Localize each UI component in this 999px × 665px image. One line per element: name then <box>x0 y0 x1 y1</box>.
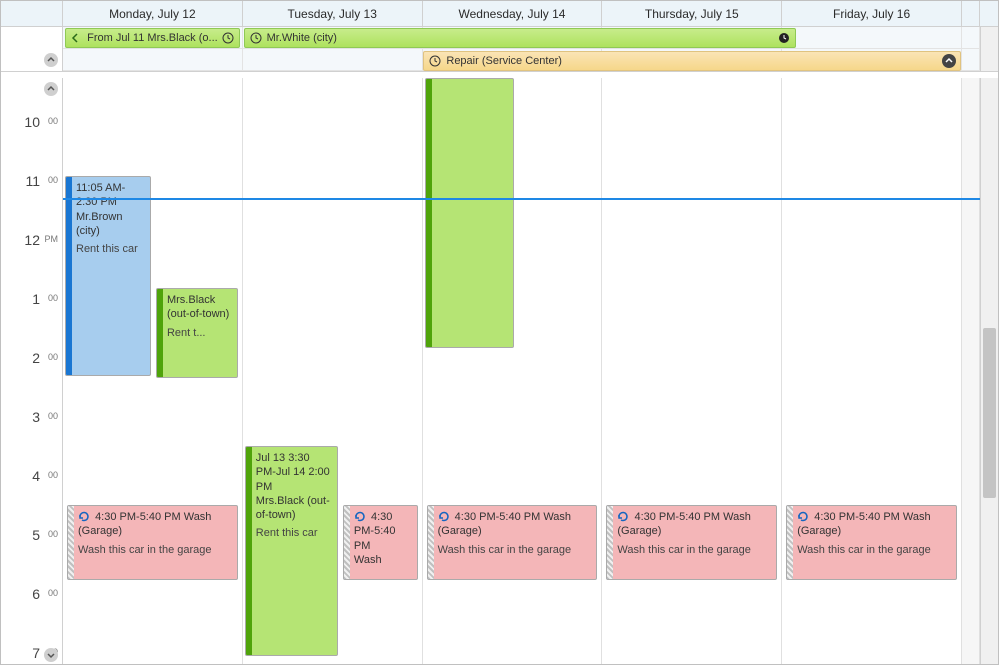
day-col-thu[interactable]: 4:30 PM-5:40 PM Wash (Garage) Wash this … <box>602 78 782 664</box>
day-header-sat-sliver[interactable] <box>962 1 980 26</box>
appointment-wash-tue[interactable]: 4:30 PM-5:40 PM Wash <box>343 505 418 580</box>
hour-suffix: PM <box>45 234 59 244</box>
day-header-fri[interactable]: Friday, July 16 <box>782 1 962 26</box>
recurrence-icon <box>942 54 956 68</box>
appointment-time: 4:30 PM-5:40 PM <box>814 511 900 523</box>
hour-suffix: 00 <box>48 175 58 185</box>
hour-label: 5 <box>32 527 40 543</box>
time-gutter-header <box>1 1 63 26</box>
scrollbar-header-spacer <box>980 1 998 26</box>
day-header-tue[interactable]: Tuesday, July 13 <box>243 1 423 26</box>
appointment-time: 4:30 PM-5:40 PM <box>634 511 720 523</box>
appointment-who: Wash <box>354 553 411 567</box>
day-header-mon[interactable]: Monday, July 12 <box>63 1 243 26</box>
hour-suffix: 00 <box>48 470 58 480</box>
allday-collapse-up-icon[interactable] <box>44 53 58 67</box>
hour-suffix: 00 <box>48 529 58 539</box>
day-columns[interactable]: 11:05 AM-2:30 PM Mr.Brown (city) Rent th… <box>63 78 980 664</box>
appointment-black-tue[interactable]: Jul 13 3:30 PM-Jul 14 2:00 PM Mrs.Black … <box>245 446 338 656</box>
appointment-desc: Wash this car in the garage <box>797 543 950 557</box>
appointment-desc: Wash this car in the garage <box>78 543 231 557</box>
recurrence-icon <box>797 511 809 523</box>
appointment-wash-wed[interactable]: 4:30 PM-5:40 PM Wash (Garage) Wash this … <box>427 505 598 580</box>
hour-suffix: 00 <box>48 411 58 421</box>
hour-label: 2 <box>32 350 40 366</box>
hour-suffix: 00 <box>48 588 58 598</box>
hour-suffix: 00 <box>48 116 58 126</box>
appointment-time: 4:30 PM-5:40 PM <box>455 511 541 523</box>
clock-icon <box>249 31 263 45</box>
day-col-fri[interactable]: 4:30 PM-5:40 PM Wash (Garage) Wash this … <box>782 78 962 664</box>
appointment-brown[interactable]: 11:05 AM-2:30 PM Mr.Brown (city) Rent th… <box>65 176 151 376</box>
allday-event-mr-white-label: Mr.White (city) <box>267 28 337 48</box>
hour-label: 6 <box>32 586 40 602</box>
day-col-sat-sliver[interactable] <box>962 78 980 664</box>
appointment-who: Mrs.Black (out-of-town) <box>167 293 231 322</box>
allday-event-mrs-black[interactable]: From Jul 11 Mrs.Black (o... <box>65 28 240 48</box>
next-appointment-icon[interactable] <box>44 648 58 662</box>
appointment-black-wed-continuation[interactable] <box>425 78 514 348</box>
appointment-desc: Wash this car in the garage <box>438 543 591 557</box>
allday-event-mrs-black-label: From Jul 11 Mrs.Black (o... <box>87 28 218 48</box>
appointment-time: Jul 13 3:30 PM-Jul 14 2:00 PM <box>256 451 331 494</box>
hour-label: 12 <box>24 232 40 248</box>
prev-appointment-icon[interactable] <box>44 82 58 96</box>
recurrence-icon <box>354 511 366 523</box>
hour-suffix: 00 <box>48 293 58 303</box>
hour-label: 11 <box>25 173 40 189</box>
continues-left-arrow-icon <box>70 31 83 45</box>
allday-event-repair-label: Repair (Service Center) <box>446 51 562 71</box>
appointment-black-mon[interactable]: Mrs.Black (out-of-town) Rent t... <box>156 288 238 378</box>
appointment-wash-thu[interactable]: 4:30 PM-5:40 PM Wash (Garage) Wash this … <box>606 505 777 580</box>
allday-event-mr-white[interactable]: Mr.White (city) <box>244 28 796 48</box>
appointment-time: 4:30 PM-5:40 PM <box>95 511 181 523</box>
day-col-tue[interactable]: Jul 13 3:30 PM-Jul 14 2:00 PM Mrs.Black … <box>243 78 423 664</box>
day-header-thu[interactable]: Thursday, July 15 <box>602 1 782 26</box>
hour-label: 4 <box>32 468 40 484</box>
recurrence-icon <box>78 511 90 523</box>
current-time-indicator <box>63 198 980 200</box>
time-gutter: 10 00 11 00 12 PM 1 00 2 00 3 00 <box>1 78 63 664</box>
allday-event-repair[interactable]: Repair (Service Center) <box>423 51 960 71</box>
hour-label: 10 <box>24 114 40 130</box>
clock-icon <box>428 54 442 68</box>
appointment-desc: Rent this car <box>256 526 331 540</box>
day-col-mon[interactable]: 11:05 AM-2:30 PM Mr.Brown (city) Rent th… <box>63 78 243 664</box>
vertical-scrollbar[interactable] <box>980 78 998 664</box>
clock-icon <box>222 31 235 45</box>
appointment-who: Mr.Brown (city) <box>76 210 144 239</box>
scrollbar-thumb[interactable] <box>983 328 996 498</box>
recurrence-icon <box>438 511 450 523</box>
day-col-wed[interactable]: 4:30 PM-5:40 PM Wash (Garage) Wash this … <box>423 78 603 664</box>
appointment-wash-mon[interactable]: 4:30 PM-5:40 PM Wash (Garage) Wash this … <box>67 505 238 580</box>
hour-label: 3 <box>32 409 40 425</box>
allday-scrollbar-spacer <box>980 27 998 71</box>
appointment-time: 11:05 AM-2:30 PM <box>76 181 144 210</box>
hour-label: 1 <box>32 291 40 307</box>
allday-area: From Jul 11 Mrs.Black (o... Mr.White (ci… <box>1 27 998 72</box>
hour-suffix: 00 <box>48 352 58 362</box>
appointment-desc: Rent this car <box>76 242 144 256</box>
appointment-who: Mrs.Black (out-of-town) <box>256 494 331 523</box>
appointment-desc: Wash this car in the garage <box>617 543 770 557</box>
reminder-bell-icon <box>777 31 791 45</box>
hour-label: 7 <box>32 645 40 661</box>
allday-gutter <box>1 27 63 71</box>
appointment-desc: Rent t... <box>167 326 231 340</box>
day-header-row: Monday, July 12 Tuesday, July 13 Wednesd… <box>1 1 998 27</box>
day-header-wed[interactable]: Wednesday, July 14 <box>423 1 603 26</box>
recurrence-icon <box>617 511 629 523</box>
appointment-wash-fri[interactable]: 4:30 PM-5:40 PM Wash (Garage) Wash this … <box>786 505 957 580</box>
